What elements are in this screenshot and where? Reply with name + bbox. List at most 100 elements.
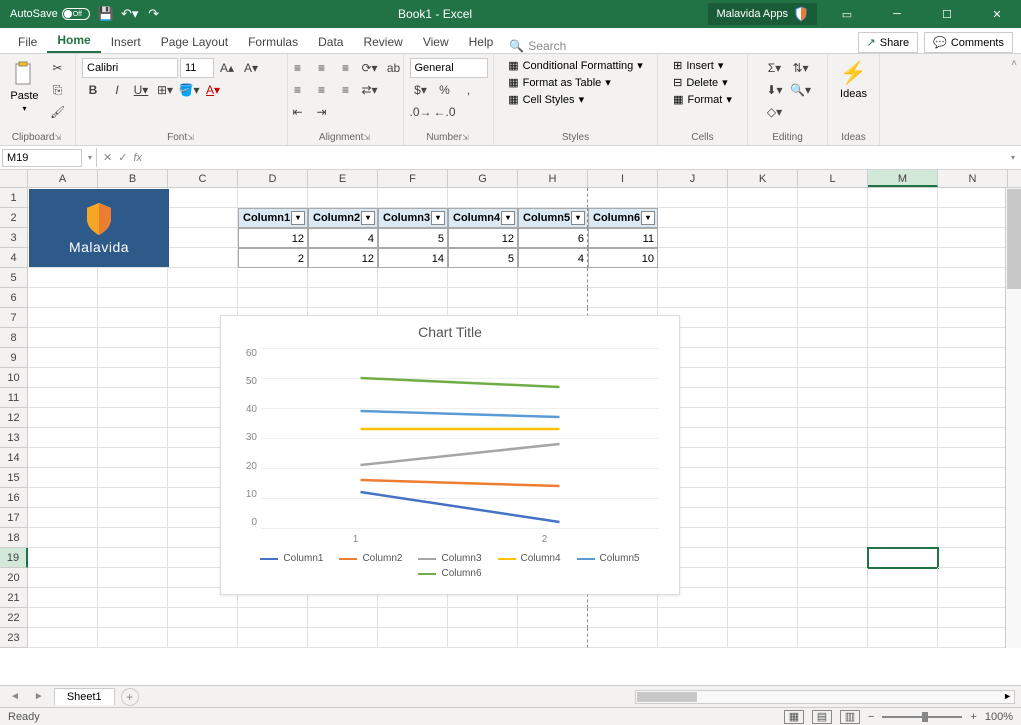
normal-view-icon[interactable]: ▦: [784, 710, 804, 724]
cell[interactable]: [28, 368, 98, 388]
cell[interactable]: [28, 528, 98, 548]
row-header[interactable]: 11: [0, 388, 28, 408]
filter-dropdown-icon[interactable]: ▾: [431, 211, 445, 225]
align-top-icon[interactable]: ≡: [287, 58, 309, 78]
cell[interactable]: [798, 428, 868, 448]
column-header[interactable]: I: [588, 170, 658, 187]
row-header[interactable]: 18: [0, 528, 28, 548]
tab-data[interactable]: Data: [308, 31, 353, 53]
cell[interactable]: [728, 528, 798, 548]
select-all-corner[interactable]: [0, 170, 28, 187]
cell[interactable]: Column3▾: [378, 208, 448, 228]
cell[interactable]: [938, 508, 1008, 528]
cell[interactable]: [938, 288, 1008, 308]
cell[interactable]: [238, 628, 308, 648]
cell[interactable]: [98, 628, 168, 648]
name-box[interactable]: [2, 149, 82, 167]
cell[interactable]: [238, 288, 308, 308]
cut-icon[interactable]: ✂: [47, 58, 69, 78]
increase-decimal-icon[interactable]: .0→: [410, 102, 432, 122]
row-header[interactable]: 16: [0, 488, 28, 508]
cell[interactable]: [938, 208, 1008, 228]
cell[interactable]: Column2▾: [308, 208, 378, 228]
cell[interactable]: [238, 608, 308, 628]
cell[interactable]: [448, 628, 518, 648]
cell[interactable]: [938, 268, 1008, 288]
row-header[interactable]: 15: [0, 468, 28, 488]
zoom-in-button[interactable]: +: [970, 711, 976, 723]
cell[interactable]: [448, 268, 518, 288]
format-cells-button[interactable]: ▦Format▾: [673, 92, 732, 107]
minimize-icon[interactable]: ─: [877, 0, 917, 28]
cell[interactable]: 6: [518, 228, 588, 248]
close-icon[interactable]: ✕: [977, 0, 1017, 28]
row-header[interactable]: 10: [0, 368, 28, 388]
merge-icon[interactable]: ⇄▾: [359, 80, 381, 100]
align-middle-icon[interactable]: ≡: [311, 58, 333, 78]
cell[interactable]: [798, 328, 868, 348]
cell[interactable]: [868, 388, 938, 408]
cell[interactable]: [728, 508, 798, 528]
cell[interactable]: [798, 628, 868, 648]
cell[interactable]: [728, 408, 798, 428]
sort-filter-icon[interactable]: ⇅▾: [790, 58, 812, 78]
cell[interactable]: 4: [308, 228, 378, 248]
tab-insert[interactable]: Insert: [101, 31, 151, 53]
paste-button[interactable]: Paste ▾: [6, 58, 42, 115]
cell[interactable]: [798, 208, 868, 228]
cell[interactable]: [98, 308, 168, 328]
formula-input[interactable]: [148, 150, 999, 165]
row-header[interactable]: 1: [0, 188, 28, 208]
cell[interactable]: [98, 508, 168, 528]
tab-home[interactable]: Home: [47, 29, 100, 53]
cell[interactable]: [658, 248, 728, 268]
format-as-table-button[interactable]: ▦Format as Table▾: [508, 75, 611, 90]
zoom-slider[interactable]: [882, 716, 962, 718]
cell[interactable]: [868, 188, 938, 208]
cell[interactable]: [728, 448, 798, 468]
cell[interactable]: [238, 188, 308, 208]
cell[interactable]: [518, 608, 588, 628]
cell[interactable]: [798, 268, 868, 288]
cell[interactable]: Column5▾: [518, 208, 588, 228]
cell[interactable]: [98, 528, 168, 548]
tab-file[interactable]: File: [8, 31, 47, 53]
cell[interactable]: [868, 408, 938, 428]
decrease-indent-icon[interactable]: ⇤: [287, 102, 309, 122]
cell[interactable]: [28, 568, 98, 588]
cell[interactable]: [798, 308, 868, 328]
cell[interactable]: [868, 268, 938, 288]
cell[interactable]: [28, 428, 98, 448]
cell[interactable]: [308, 288, 378, 308]
column-header[interactable]: K: [728, 170, 798, 187]
autosave-toggle[interactable]: AutoSave Off: [10, 8, 90, 20]
cell[interactable]: [728, 248, 798, 268]
cell[interactable]: [98, 448, 168, 468]
bold-button[interactable]: B: [82, 80, 104, 100]
font-name-input[interactable]: [82, 58, 178, 78]
cell[interactable]: 12: [448, 228, 518, 248]
cell[interactable]: [728, 308, 798, 328]
filter-dropdown-icon[interactable]: ▾: [291, 211, 305, 225]
cell[interactable]: [938, 548, 1008, 568]
cell[interactable]: [938, 568, 1008, 588]
find-select-icon[interactable]: 🔍▾: [790, 80, 812, 100]
page-layout-view-icon[interactable]: ▤: [812, 710, 832, 724]
cell[interactable]: [98, 288, 168, 308]
cell[interactable]: [98, 428, 168, 448]
sheet-nav-prev-icon[interactable]: ◄: [6, 691, 24, 702]
cell[interactable]: [728, 208, 798, 228]
cell[interactable]: [938, 608, 1008, 628]
cell[interactable]: [938, 468, 1008, 488]
font-color-button[interactable]: A▾: [202, 80, 224, 100]
row-header[interactable]: 3: [0, 228, 28, 248]
cell[interactable]: 12: [238, 228, 308, 248]
cell[interactable]: [938, 488, 1008, 508]
cell[interactable]: [798, 468, 868, 488]
cell[interactable]: [728, 368, 798, 388]
cell[interactable]: [588, 288, 658, 308]
cell[interactable]: [378, 628, 448, 648]
cell[interactable]: [28, 348, 98, 368]
cell[interactable]: [868, 628, 938, 648]
column-header[interactable]: F: [378, 170, 448, 187]
